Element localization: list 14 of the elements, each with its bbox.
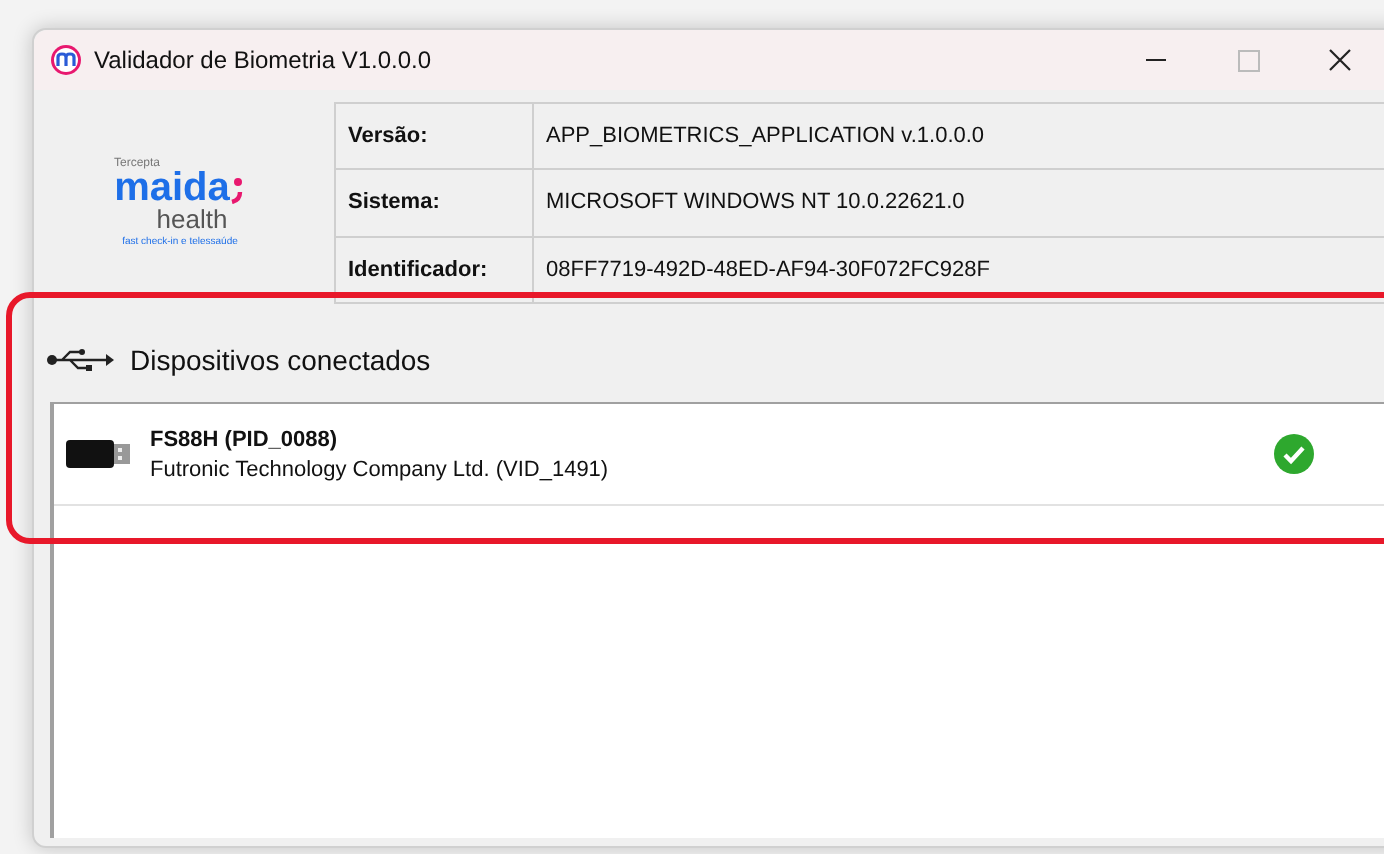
info-label: Sistema: [335, 169, 533, 237]
logo-subtitle: health [156, 205, 228, 231]
logo-wordmark: maida [114, 169, 230, 205]
device-item[interactable]: FS88H (PID_0088) Futronic Technology Company Ltd. (VID_1491) [54, 404, 1384, 506]
usb-icon [46, 346, 114, 374]
window-title: Validador de Biometria V1.0.0.0 [94, 46, 434, 74]
info-label: Identificador: [335, 236, 533, 303]
info-value: APP_BIOMETRICS_APPLICATION v.1.0.0.0 [533, 103, 1384, 170]
section-title: Dispositivos conectados [130, 344, 431, 376]
app-icon [50, 44, 82, 76]
usb-stick-icon [66, 440, 134, 468]
device-name: FS88H (PID_0088) [150, 427, 340, 451]
info-label: Versão: [335, 103, 533, 170]
device-vendor: Futronic Technology Company Ltd. (VID_1491) [150, 457, 611, 481]
